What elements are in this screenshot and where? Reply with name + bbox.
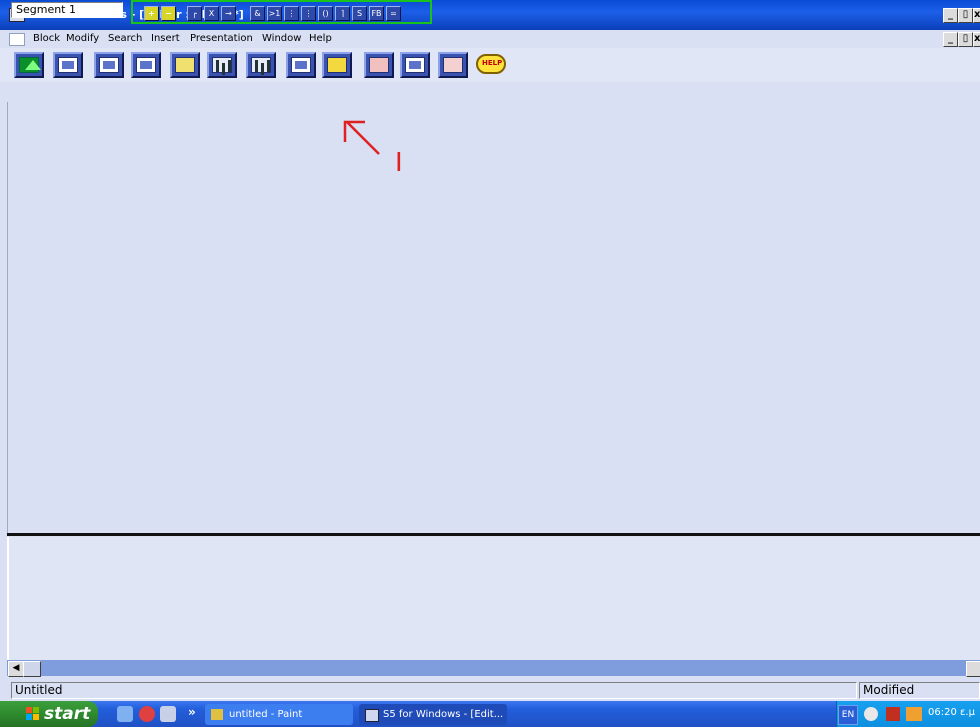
tray-app-icon[interactable] bbox=[906, 707, 922, 721]
module-button[interactable] bbox=[94, 52, 124, 78]
nc-contact-button[interactable]: ⋮ bbox=[301, 6, 316, 21]
info-pane[interactable] bbox=[7, 537, 980, 660]
question-icon bbox=[369, 57, 389, 73]
status-bar: Untitled Modified bbox=[0, 680, 980, 701]
quicklaunch-media-icon[interactable] bbox=[139, 706, 155, 722]
help-button[interactable]: HELP bbox=[476, 52, 506, 78]
security-icon[interactable] bbox=[886, 707, 900, 721]
and-button[interactable]: & bbox=[250, 6, 265, 21]
block-button[interactable] bbox=[53, 52, 83, 78]
scroll-right-button[interactable] bbox=[966, 661, 980, 677]
info-button[interactable] bbox=[246, 52, 276, 78]
branch-open-button[interactable]: ┌ bbox=[187, 6, 202, 21]
function-block-button[interactable]: FB bbox=[369, 6, 384, 21]
menu-bar: Block Modify Search Insert Presentation … bbox=[0, 30, 980, 47]
menu-insert[interactable]: Insert bbox=[151, 33, 180, 44]
status-modified: Modified bbox=[859, 682, 980, 699]
puzzle-icon bbox=[327, 57, 347, 73]
task-s5-label: S5 for Windows - [Edit... bbox=[383, 709, 504, 720]
coil-button[interactable]: () bbox=[318, 6, 333, 21]
assign-button[interactable]: = bbox=[386, 6, 401, 21]
plc-icon bbox=[136, 57, 156, 73]
language-indicator[interactable]: EN bbox=[838, 705, 858, 725]
or-button[interactable]: >1 bbox=[267, 6, 282, 21]
list-button[interactable] bbox=[286, 52, 316, 78]
document-icon[interactable] bbox=[9, 33, 25, 46]
card-button[interactable] bbox=[170, 52, 200, 78]
block-icon bbox=[58, 57, 78, 73]
scroll-left-button[interactable]: ◀ bbox=[8, 661, 24, 677]
clock[interactable]: 06:20 ε.μ bbox=[928, 707, 975, 718]
paint-icon bbox=[211, 709, 223, 720]
close-window-button[interactable] bbox=[438, 52, 468, 78]
add-element-button[interactable]: + bbox=[144, 6, 159, 21]
pane-divider[interactable] bbox=[7, 533, 980, 536]
bars-icon bbox=[212, 57, 232, 73]
horizontal-scrollbar[interactable] bbox=[7, 660, 980, 676]
no-contact-button[interactable]: ⋮ bbox=[284, 6, 299, 21]
cross-button[interactable]: X bbox=[204, 6, 219, 21]
minimize-button[interactable]: _ bbox=[943, 8, 958, 23]
bars-button[interactable] bbox=[207, 52, 237, 78]
monitor-button[interactable] bbox=[400, 52, 430, 78]
menu-help[interactable]: Help bbox=[309, 33, 332, 44]
doc-minimize-button[interactable]: _ bbox=[943, 32, 958, 47]
restore-button[interactable]: ▯ bbox=[958, 8, 973, 23]
network-icon[interactable] bbox=[864, 707, 878, 721]
module-icon bbox=[99, 57, 119, 73]
info-icon bbox=[251, 57, 271, 73]
remove-element-button[interactable]: − bbox=[161, 6, 176, 21]
connection-button[interactable]: → bbox=[221, 6, 236, 21]
reset-button[interactable]: ⌉ bbox=[335, 6, 350, 21]
quicklaunch-more-chevron[interactable]: » bbox=[188, 705, 196, 719]
ladder-toolbar-highlight: + − ┌ X → & >1 ⋮ ⋮ () ⌉ S FB = bbox=[131, 0, 432, 24]
set-button[interactable]: S bbox=[352, 6, 367, 21]
segment-row bbox=[0, 82, 980, 102]
windows-logo-icon bbox=[26, 707, 40, 721]
menu-block[interactable]: Block bbox=[33, 33, 60, 44]
up-arrow-button[interactable] bbox=[14, 52, 44, 78]
close-button[interactable]: x bbox=[973, 8, 980, 23]
menu-search[interactable]: Search bbox=[108, 33, 142, 44]
task-paint-label: untitled - Paint bbox=[229, 709, 303, 720]
annotation-arrow-icon bbox=[343, 120, 380, 155]
close-window-icon bbox=[443, 57, 463, 73]
start-button[interactable]: start bbox=[0, 701, 98, 727]
menu-presentation[interactable]: Presentation bbox=[190, 33, 253, 44]
s5-app-icon bbox=[365, 709, 379, 722]
taskbar: start » untitled - Paint S5 for Windows … bbox=[0, 701, 980, 727]
annotation-mark: I bbox=[395, 148, 403, 178]
menu-modify[interactable]: Modify bbox=[66, 33, 99, 44]
doc-close-button[interactable]: x bbox=[973, 32, 980, 47]
scroll-thumb[interactable] bbox=[23, 661, 41, 677]
segment-name[interactable]: Segment 1 bbox=[11, 2, 123, 18]
card-icon bbox=[175, 57, 195, 73]
quicklaunch-desktop-icon[interactable] bbox=[160, 706, 176, 722]
menu-window[interactable]: Window bbox=[262, 33, 301, 44]
up-arrow-icon bbox=[19, 57, 41, 73]
puzzle-button[interactable] bbox=[322, 52, 352, 78]
monitor-icon bbox=[405, 57, 425, 73]
editor-area[interactable] bbox=[7, 102, 980, 533]
doc-restore-button[interactable]: ▯ bbox=[958, 32, 973, 47]
question-button[interactable] bbox=[364, 52, 394, 78]
plc-button[interactable] bbox=[131, 52, 161, 78]
list-icon bbox=[291, 57, 311, 73]
status-filename: Untitled bbox=[11, 682, 857, 699]
task-s5-windows[interactable]: S5 for Windows - [Edit... bbox=[359, 704, 507, 725]
quicklaunch-explorer-icon[interactable] bbox=[117, 706, 133, 722]
help-label: HELP bbox=[482, 59, 503, 67]
task-paint[interactable]: untitled - Paint bbox=[205, 704, 353, 725]
main-toolbar: HELP bbox=[0, 48, 980, 82]
